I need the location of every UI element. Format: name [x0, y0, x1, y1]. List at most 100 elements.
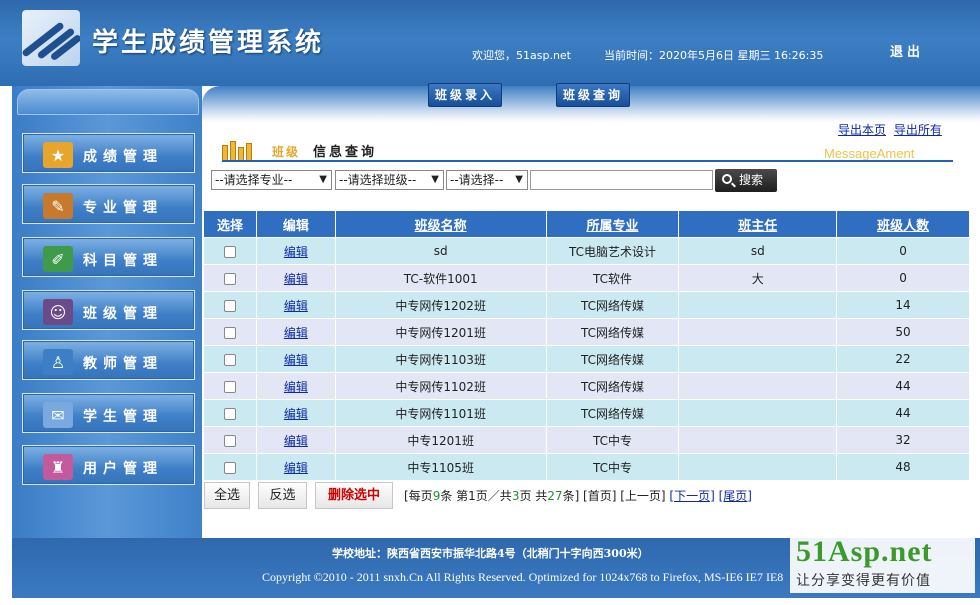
row-select-cell	[203, 318, 257, 346]
major-select[interactable]: --请选择专业-- ▼	[211, 170, 332, 190]
books-icon	[222, 141, 264, 161]
row-checkbox[interactable]	[223, 434, 236, 447]
edit-link[interactable]: 编辑	[284, 380, 308, 394]
row-select-cell	[203, 237, 257, 265]
sidebar-item-label: 教师管理	[83, 356, 163, 372]
sidebar-item-class[interactable]: ☺ 班级管理	[22, 290, 195, 330]
title-divider	[222, 160, 953, 162]
teacher-cell: sd	[678, 237, 838, 265]
row-edit-cell: 编辑	[255, 237, 336, 265]
count-cell: 22	[836, 345, 970, 373]
class-name-cell: TC-软件1001	[334, 264, 547, 292]
export-page-link[interactable]: 导出本页	[838, 123, 886, 137]
export-links: 导出本页 导出所有	[838, 121, 946, 138]
section-subtitle: 班级	[272, 145, 301, 159]
next-page-link[interactable]: [下一页]	[669, 489, 714, 503]
pager-text: 条] [首页] [上一页]	[562, 489, 670, 503]
edit-link[interactable]: 编辑	[284, 299, 308, 313]
count-cell: 0	[836, 264, 970, 292]
sidebar-item-label: 科目管理	[83, 253, 163, 269]
header-class-name[interactable]: 班级名称	[334, 210, 547, 238]
edit-link[interactable]: 编辑	[284, 326, 308, 340]
major-cell: TC中专	[545, 453, 680, 481]
logout-button[interactable]: 退出	[890, 41, 924, 60]
tab-class-entry[interactable]: 班级录入	[428, 83, 503, 107]
teacher-cell	[678, 399, 838, 427]
pager-text: 页 共	[519, 489, 548, 503]
row-checkbox[interactable]	[223, 245, 236, 258]
current-time: 当前时间：2020年5月6日 星期三 16:26:35	[604, 49, 824, 62]
sidebar-item-student[interactable]: ✉ 学生管理	[22, 393, 195, 433]
table-row: 编辑 中专网传1103班 TC网络传媒 22	[203, 345, 970, 373]
other-select[interactable]: --请选择-- ▼	[446, 170, 528, 190]
count-cell: 32	[836, 426, 970, 454]
teacher-cell: 大	[678, 264, 838, 292]
edit-link[interactable]: 编辑	[284, 353, 308, 367]
class-name-cell: 中专1105班	[334, 453, 547, 481]
header-teacher[interactable]: 班主任	[678, 210, 838, 238]
copyright: Copyright ©2010 - 2011 snxh.Cn All Right…	[262, 570, 784, 584]
pager-current-page: 1	[468, 489, 476, 503]
row-checkbox[interactable]	[223, 407, 236, 420]
table-row: 编辑 中专网传1101班 TC网络传媒 44	[203, 399, 970, 427]
invert-selection-button[interactable]: 反选	[258, 482, 307, 509]
class-name-cell: 中专网传1201班	[334, 318, 547, 346]
major-icon: ✎	[43, 193, 73, 219]
edit-link[interactable]: 编辑	[284, 272, 308, 286]
major-cell: TC网络传媒	[545, 318, 680, 346]
teacher-cell	[678, 291, 838, 319]
table-row: 编辑 中专1105班 TC中专 48	[203, 453, 970, 481]
last-page-link[interactable]: [尾页]	[719, 489, 752, 503]
class-name-cell: 中专网传1101班	[334, 399, 547, 427]
grades-icon: ★	[43, 142, 73, 168]
row-checkbox[interactable]	[223, 299, 236, 312]
pager-total-records: 27	[547, 489, 563, 503]
row-checkbox[interactable]	[223, 461, 236, 474]
major-cell: TC电脑艺术设计	[545, 237, 680, 265]
class-select[interactable]: --请选择班级-- ▼	[335, 170, 444, 190]
edit-link[interactable]: 编辑	[284, 245, 308, 259]
row-edit-cell: 编辑	[255, 264, 336, 292]
table-header-row: 选择 编辑 班级名称 所属专业 班主任 班级人数	[203, 210, 970, 238]
delete-selected-button[interactable]: 删除选中	[315, 482, 393, 509]
table-row: 编辑 中专网传1202班 TC网络传媒 14	[203, 291, 970, 319]
sidebar-item-user[interactable]: ♜ 用户管理	[22, 445, 195, 485]
edit-link[interactable]: 编辑	[284, 407, 308, 421]
row-edit-cell: 编辑	[255, 453, 336, 481]
export-all-link[interactable]: 导出所有	[894, 123, 942, 137]
search-input[interactable]	[530, 170, 713, 190]
teacher-cell	[678, 345, 838, 373]
header: 学生成绩管理系统 欢迎您，51asp.net 当前时间：2020年5月6日 星期…	[0, 0, 980, 86]
sidebar-item-subject[interactable]: ✐ 科目管理	[22, 237, 195, 277]
app-title: 学生成绩管理系统	[92, 28, 325, 58]
class-name-cell: 中专1201班	[334, 426, 547, 454]
sidebar-item-teacher[interactable]: ♙ 教师管理	[22, 340, 195, 380]
class-name-cell: 中专网传1102班	[334, 372, 547, 400]
row-checkbox[interactable]	[223, 272, 236, 285]
select-all-button[interactable]: 全选	[204, 482, 250, 509]
header-major[interactable]: 所属专业	[545, 210, 680, 238]
row-checkbox[interactable]	[223, 326, 236, 339]
row-checkbox[interactable]	[223, 380, 236, 393]
sidebar-item-major[interactable]: ✎ 专业管理	[22, 184, 195, 224]
count-cell: 0	[836, 237, 970, 265]
sidebar-item-label: 专业管理	[83, 200, 163, 216]
major-cell: TC中专	[545, 426, 680, 454]
search-button[interactable]: 搜索	[715, 169, 777, 192]
sidebar-top-bar	[17, 89, 199, 115]
tab-class-query[interactable]: 班级查询	[556, 83, 631, 107]
count-cell: 14	[836, 291, 970, 319]
class-name-cell: sd	[334, 237, 547, 265]
sidebar-item-grades[interactable]: ★ 成绩管理	[22, 133, 195, 173]
header-count[interactable]: 班级人数	[836, 210, 970, 238]
sidebar-item-label: 用户管理	[83, 461, 163, 477]
row-checkbox[interactable]	[223, 353, 236, 366]
teacher-cell	[678, 426, 838, 454]
user-icon: ♜	[43, 454, 73, 480]
edit-link[interactable]: 编辑	[284, 434, 308, 448]
sidebar-item-label: 学生管理	[83, 409, 163, 425]
edit-link[interactable]: 编辑	[284, 461, 308, 475]
row-select-cell	[203, 399, 257, 427]
pager-text: 条 第	[440, 489, 469, 503]
section-title: 信息查询	[313, 145, 378, 160]
